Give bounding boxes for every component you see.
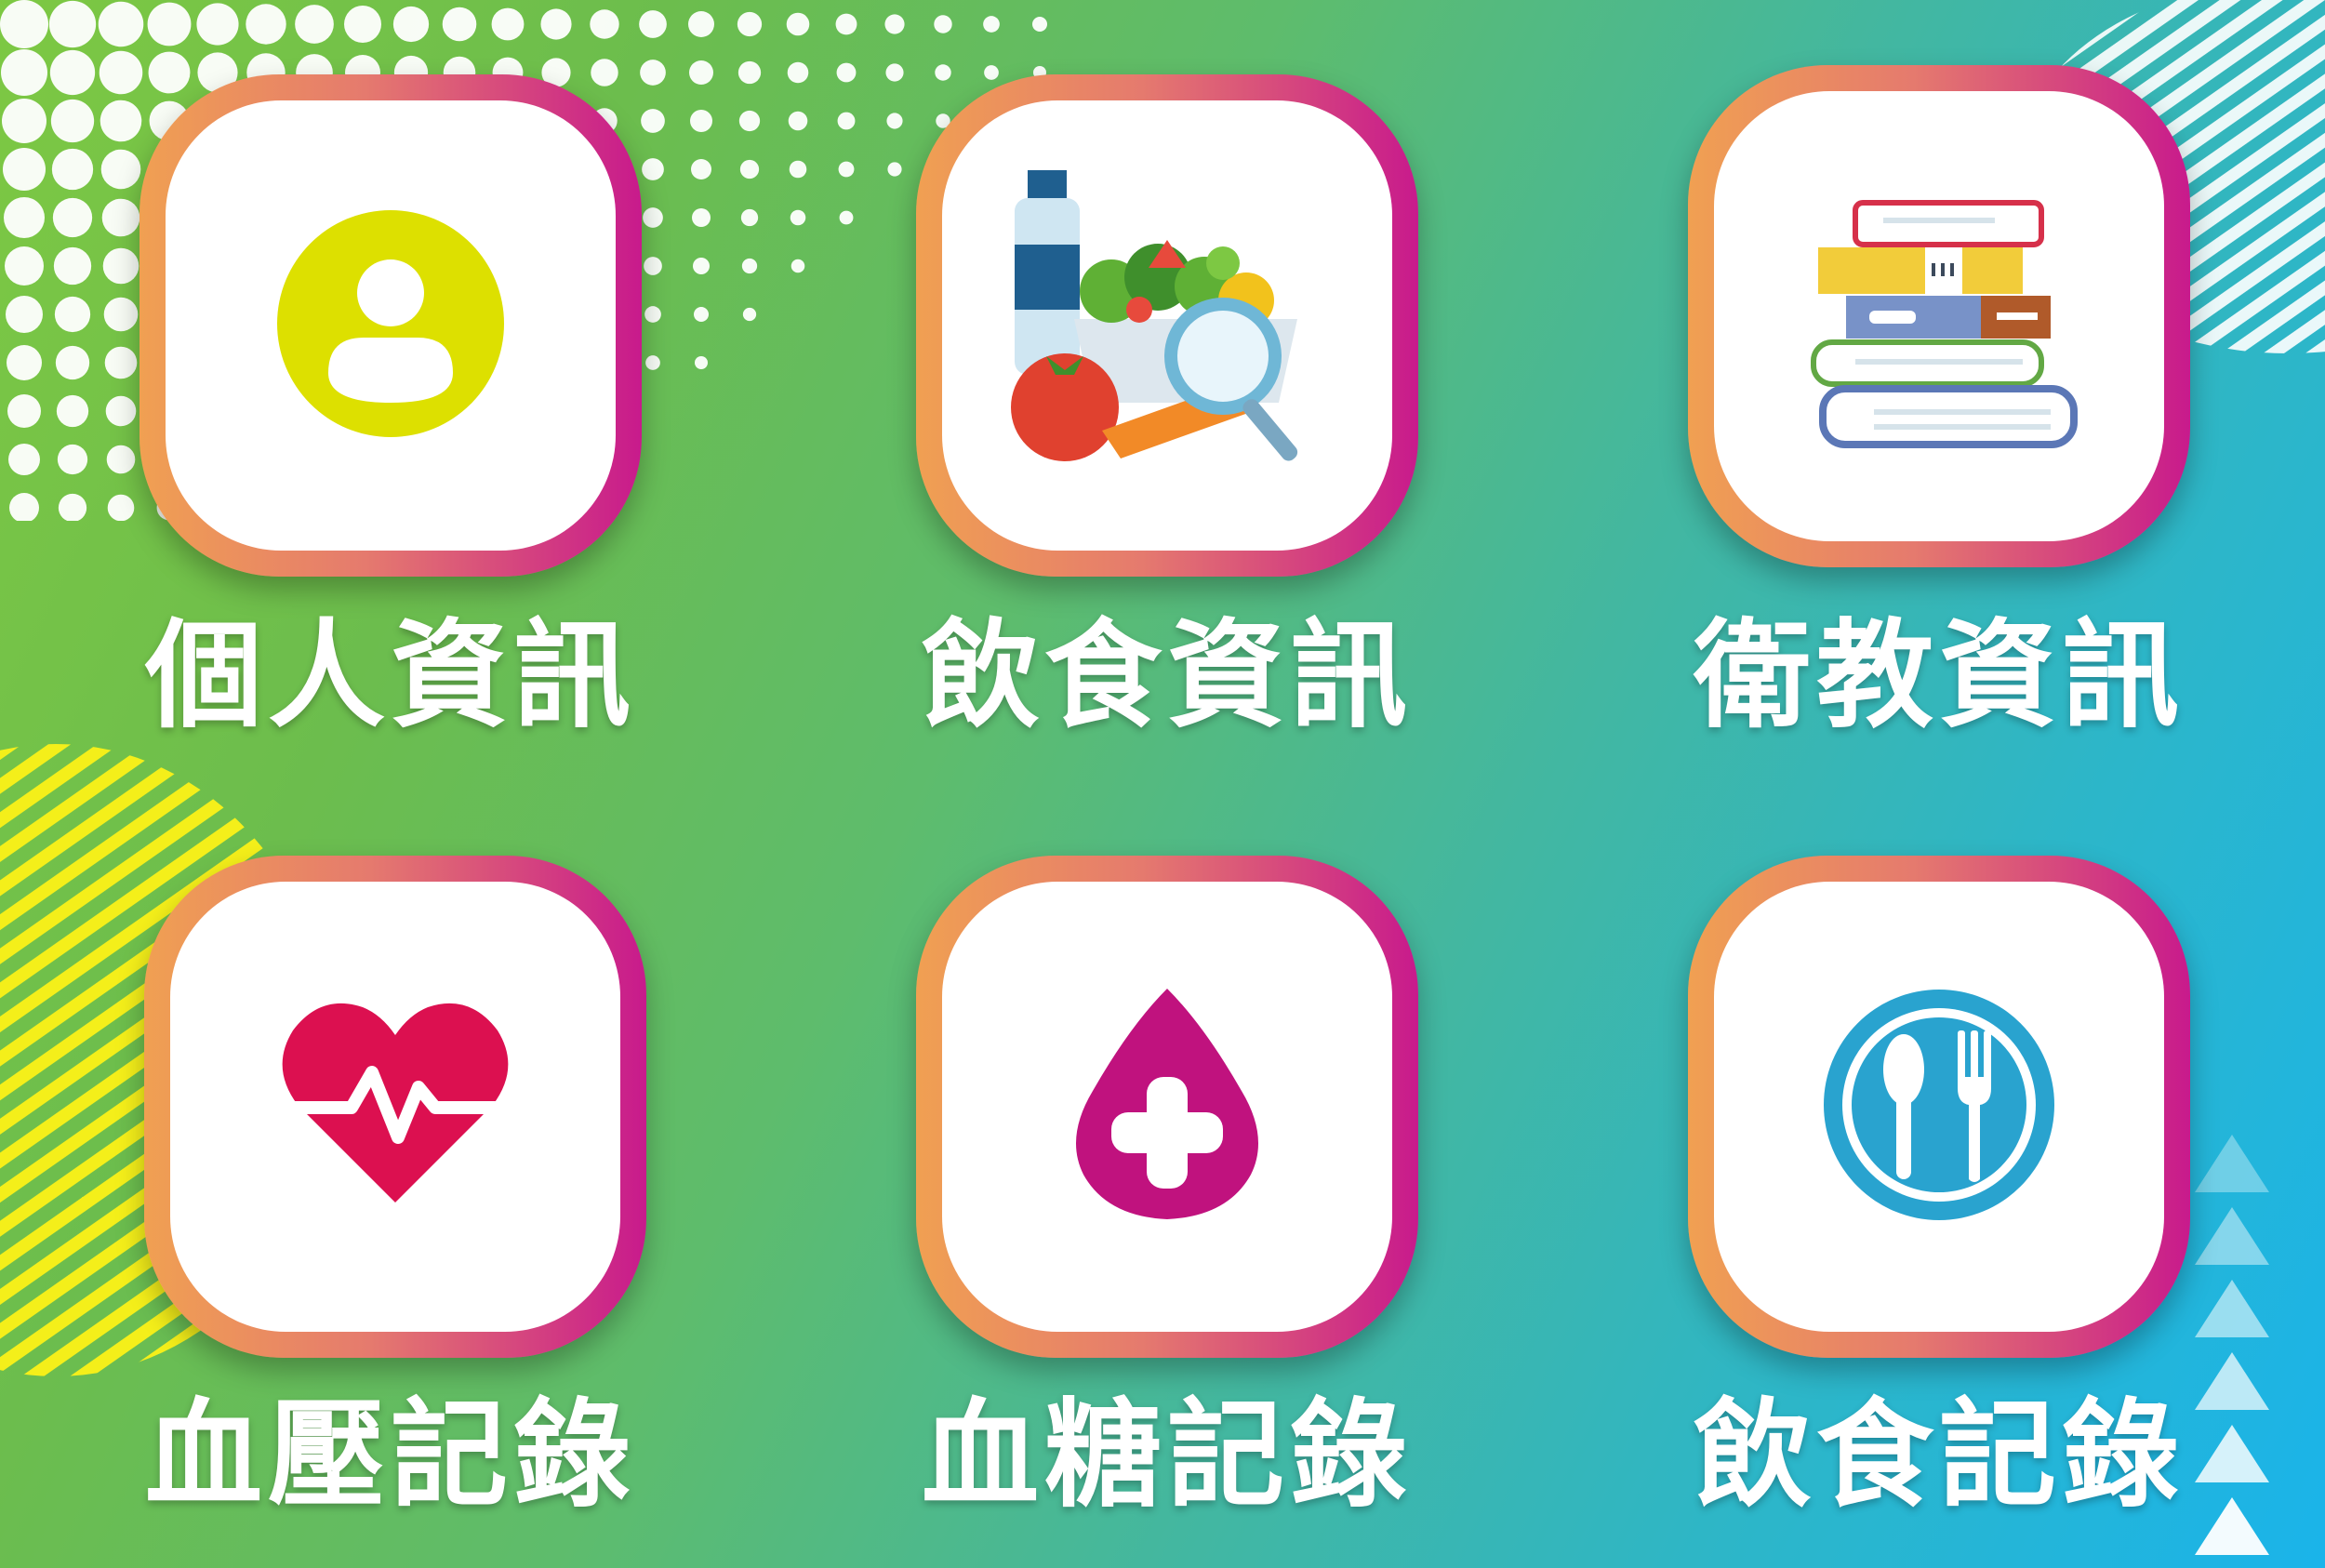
books-stack-icon [1800, 175, 2079, 458]
menu-tile-health-education[interactable] [1688, 65, 2190, 567]
menu-tile-diet-info[interactable] [916, 74, 1418, 577]
menu-label-personal-info: 個人資訊 [145, 607, 636, 744]
menu-label-diet-info: 飲食資訊 [922, 607, 1413, 744]
menu-tile-personal-info[interactable] [140, 74, 642, 577]
menu-tile-blood-sugar[interactable] [916, 856, 1418, 1358]
menu-tile-blood-pressure[interactable] [144, 856, 646, 1358]
menu-tile-diet-record[interactable] [1688, 856, 2190, 1358]
menu-label-health-education: 衛教資訊 [1694, 607, 2185, 744]
menu-label-blood-sugar: 血糖記錄 [922, 1387, 1413, 1523]
heart-pulse-icon [272, 998, 518, 1216]
food-search-icon [1000, 170, 1335, 481]
menu-label-blood-pressure: 血壓記錄 [145, 1387, 636, 1523]
app-screen: 個人資訊 飲食資訊 衛教資訊 血壓記錄 血糖記錄 飲食記錄 [0, 0, 2325, 1568]
spoon-fork-plate-icon [1818, 984, 2060, 1229]
menu-label-diet-record: 飲食記錄 [1694, 1387, 2185, 1523]
blood-drop-plus-icon [1065, 989, 1269, 1225]
user-profile-icon [274, 207, 507, 444]
